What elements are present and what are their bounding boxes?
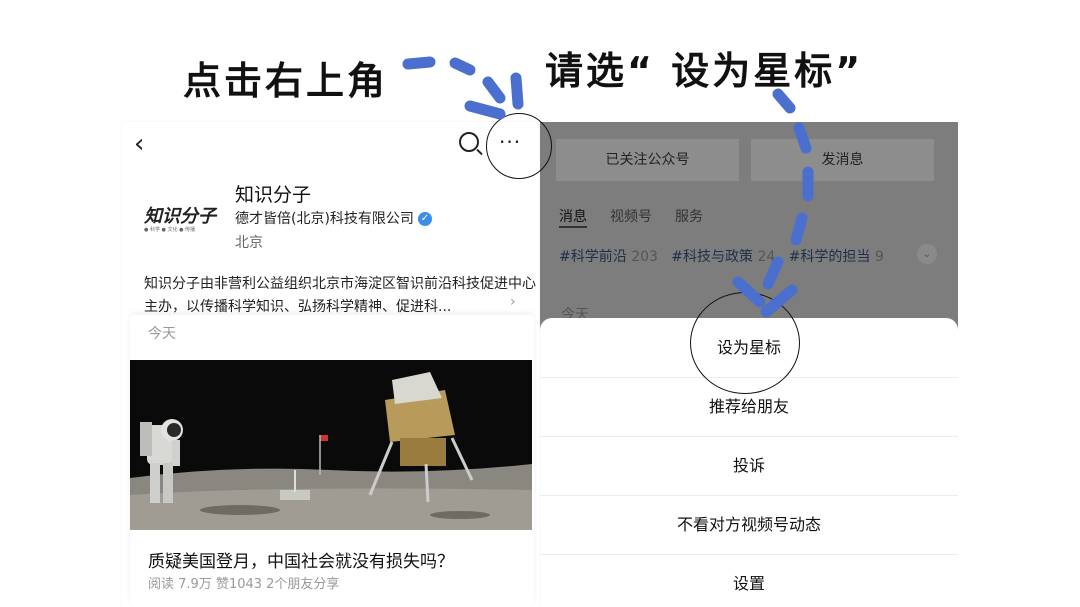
arrow-head: [760, 284, 798, 318]
arrow-dash: [790, 212, 808, 246]
hand-drawn-arrows: [402, 56, 814, 318]
arrow-head: [732, 276, 766, 308]
arrow-head: [510, 72, 524, 110]
arrow-dash: [793, 122, 812, 154]
arrow-dash: [402, 56, 436, 70]
arrow-head: [464, 100, 506, 120]
arrow-dash: [482, 76, 506, 104]
arrow-dash: [762, 256, 784, 290]
arrow-dash: [772, 88, 796, 114]
arrow-dash: [449, 57, 476, 76]
